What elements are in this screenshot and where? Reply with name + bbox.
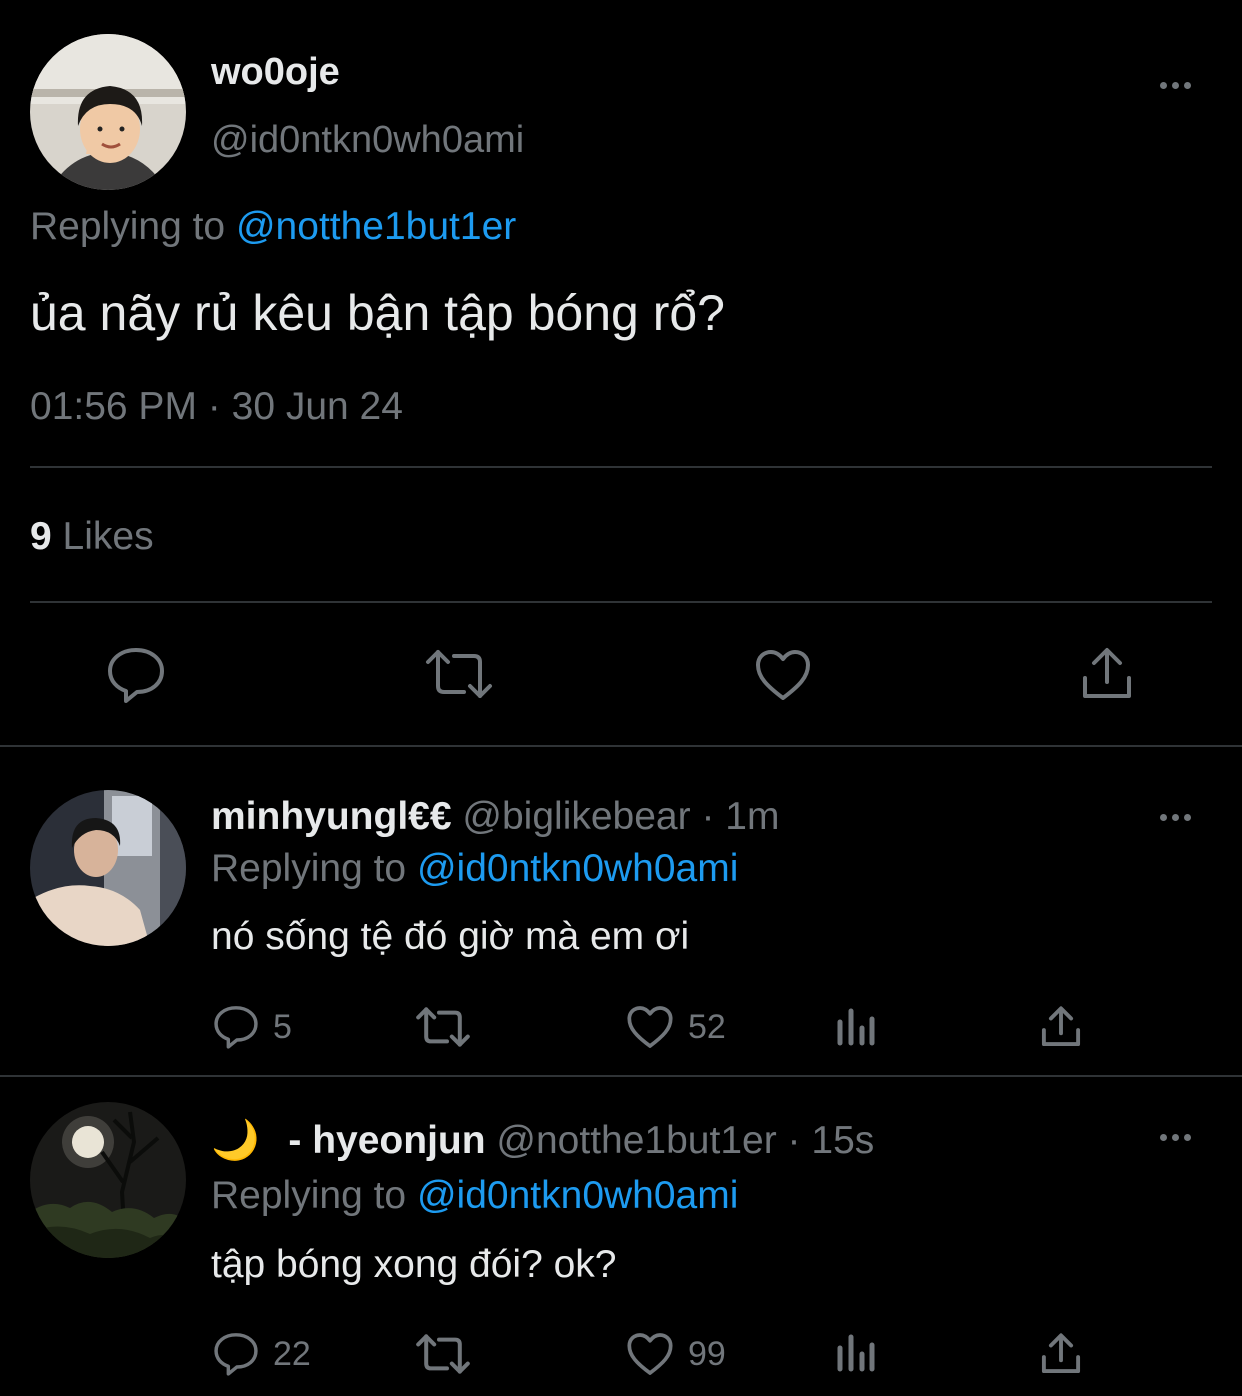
retweet-button[interactable]: [415, 1006, 471, 1048]
retweet-icon[interactable]: [424, 648, 494, 700]
reply-count: 22: [273, 1334, 311, 1373]
reply-button[interactable]: 22: [213, 1331, 311, 1377]
reply-icon: [213, 1004, 259, 1050]
reply-more-icon[interactable]: [1160, 811, 1200, 823]
like-button[interactable]: 52: [626, 1004, 726, 1050]
divider: [30, 466, 1212, 468]
analytics-bars-icon: [836, 1334, 876, 1372]
replying-to-handle-link[interactable]: @id0ntkn0wh0ami: [417, 847, 738, 890]
analytics-bars-icon: [836, 1008, 876, 1046]
like-heart-icon: [626, 1004, 674, 1050]
reply-separator: ·: [701, 795, 715, 838]
reply-time[interactable]: 15s: [811, 1119, 874, 1162]
main-tweet-handle[interactable]: @id0ntkn0wh0ami: [211, 118, 524, 162]
reply-time[interactable]: 1m: [725, 795, 779, 838]
timestamp-separator: ·: [207, 385, 221, 428]
main-tweet-timestamp[interactable]: 01:56 PM · 30 Jun 24: [30, 384, 403, 430]
reply-icon[interactable]: [106, 646, 166, 704]
reply-header: 🌙 - hyeonjun @notthe1but1er · 15s: [211, 1118, 874, 1164]
main-tweet-replying-to: Replying to @notthe1but1er: [30, 204, 516, 250]
reply-avatar[interactable]: [30, 790, 186, 946]
replying-to-handle-link[interactable]: @id0ntkn0wh0ami: [417, 1174, 738, 1217]
main-tweet-date: 30 Jun 24: [231, 385, 403, 428]
share-button[interactable]: [1040, 1005, 1082, 1049]
reply-separator: ·: [787, 1119, 801, 1162]
reply-replying-to: Replying to @id0ntkn0wh0ami: [211, 846, 738, 892]
divider: [0, 1075, 1242, 1077]
reply-header: minhyungl€€ @biglikebear · 1m: [211, 794, 779, 840]
main-tweet-more-icon[interactable]: [1160, 79, 1200, 91]
share-button[interactable]: [1040, 1332, 1082, 1376]
share-icon: [1040, 1005, 1082, 1049]
reply-replying-to: Replying to @id0ntkn0wh0ami: [211, 1173, 738, 1219]
reply-handle[interactable]: @notthe1but1er: [496, 1119, 776, 1162]
like-button[interactable]: 99: [626, 1331, 726, 1377]
share-icon[interactable]: [1080, 646, 1134, 702]
retweet-button[interactable]: [415, 1333, 471, 1375]
main-tweet-likes[interactable]: 9 Likes: [30, 514, 154, 560]
reply-count: 5: [273, 1007, 292, 1046]
replying-to-handle-link[interactable]: @notthe1but1er: [236, 205, 516, 248]
moon-emoji-icon: 🌙: [211, 1119, 260, 1162]
main-tweet-text: ủa nãy rủ kêu bận tập bóng rổ?: [30, 285, 725, 341]
likes-label: Likes: [62, 515, 154, 558]
divider: [0, 745, 1242, 747]
likes-count: 9: [30, 515, 52, 558]
share-icon: [1040, 1332, 1082, 1376]
reply-text: tập bóng xong đói? ok?: [211, 1243, 617, 1286]
reply-text: nó sống tệ đó giờ mà em ơi: [211, 915, 690, 958]
divider: [30, 601, 1212, 603]
replying-to-label: Replying to: [30, 205, 226, 248]
like-count: 99: [688, 1334, 726, 1373]
like-heart-icon: [626, 1331, 674, 1377]
reply-display-name[interactable]: minhyungl€€: [211, 795, 452, 838]
main-tweet-avatar[interactable]: [30, 34, 186, 190]
analytics-button[interactable]: [836, 1334, 876, 1372]
retweet-icon: [415, 1006, 471, 1048]
retweet-icon: [415, 1333, 471, 1375]
like-heart-icon[interactable]: [754, 648, 812, 702]
reply-button[interactable]: 5: [213, 1004, 292, 1050]
reply-icon: [213, 1331, 259, 1377]
main-tweet-time: 01:56 PM: [30, 385, 197, 428]
replying-to-label: Replying to: [211, 847, 407, 890]
reply-avatar[interactable]: [30, 1102, 186, 1258]
reply-display-name[interactable]: - hyeonjun: [288, 1119, 485, 1162]
replying-to-label: Replying to: [211, 1174, 407, 1217]
analytics-button[interactable]: [836, 1008, 876, 1046]
main-tweet-display-name[interactable]: wo0oje: [211, 50, 340, 94]
reply-handle[interactable]: @biglikebear: [462, 795, 690, 838]
like-count: 52: [688, 1007, 726, 1046]
reply-more-icon[interactable]: [1160, 1131, 1200, 1143]
